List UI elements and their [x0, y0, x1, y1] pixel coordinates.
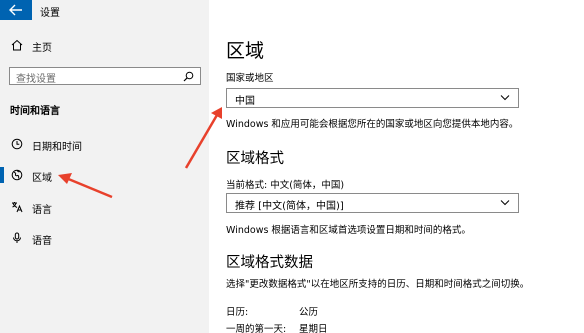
back-button[interactable] — [0, 0, 32, 20]
current-format-label: 当前格式: 中文(简体，中国) — [226, 180, 345, 191]
title-bar: 设置 — [0, 0, 209, 20]
sidebar-item-date-time[interactable]: 日期和时间 — [0, 134, 209, 156]
format-data-description: 选择"更改数据格式"以在地区所支持的日历、日期和时间格式之间切换。 — [226, 279, 530, 290]
chevron-down-icon — [500, 200, 510, 206]
calendar-value: 公历 — [299, 307, 319, 318]
clock-icon — [11, 138, 23, 150]
chevron-down-icon — [500, 95, 510, 101]
first-day-value: 星期日 — [299, 324, 328, 333]
format-description: Windows 根据语言和区域首选项设置日期和时间的格式。 — [226, 225, 471, 236]
sidebar-item-home[interactable]: 主页 — [0, 36, 209, 56]
search-input[interactable]: 查找设置 — [9, 67, 201, 85]
sidebar-item-region[interactable]: 区域 — [0, 165, 209, 187]
sidebar: 设置 主页 查找设置 时间和语言 日期和时间 区域 语言 语音 — [0, 0, 209, 333]
search-icon — [183, 71, 194, 82]
format-data-heading: 区域格式数据 — [226, 255, 313, 271]
country-value: 中国 — [235, 96, 255, 107]
language-icon — [12, 202, 23, 213]
country-label: 国家或地区 — [226, 73, 274, 84]
calendar-key: 日历: — [226, 307, 249, 318]
globe-icon — [11, 169, 23, 181]
country-description: Windows 和应用可能会根据您所在的国家或地区向您提供本地内容。 — [226, 119, 519, 130]
sidebar-item-speech[interactable]: 语音 — [0, 228, 209, 250]
sidebar-item-label: 语音 — [32, 236, 52, 247]
sidebar-item-label: 日期和时间 — [32, 142, 82, 153]
format-value: 推荐 [中文(简体，中国)] — [235, 201, 344, 212]
format-heading: 区域格式 — [226, 151, 284, 167]
search-placeholder: 查找设置 — [16, 74, 56, 85]
sidebar-item-label: 区域 — [32, 173, 52, 184]
active-indicator — [0, 167, 4, 183]
first-day-key: 一周的第一天: — [226, 324, 287, 333]
sidebar-item-label: 主页 — [32, 43, 52, 54]
section-title: 时间和语言 — [10, 106, 60, 117]
home-icon — [11, 39, 23, 51]
page-title: 区域 — [226, 40, 265, 62]
format-dropdown[interactable]: 推荐 [中文(简体，中国)] — [226, 193, 519, 213]
country-dropdown[interactable]: 中国 — [226, 88, 519, 108]
sidebar-item-language[interactable]: 语言 — [0, 197, 209, 219]
main-content: 区域 国家或地区 中国 Windows 和应用可能会根据您所在的国家或地区向您提… — [209, 0, 584, 333]
app-title: 设置 — [40, 8, 60, 19]
back-arrow-icon — [9, 4, 22, 16]
microphone-icon — [13, 232, 21, 243]
sidebar-item-label: 语言 — [32, 205, 52, 216]
